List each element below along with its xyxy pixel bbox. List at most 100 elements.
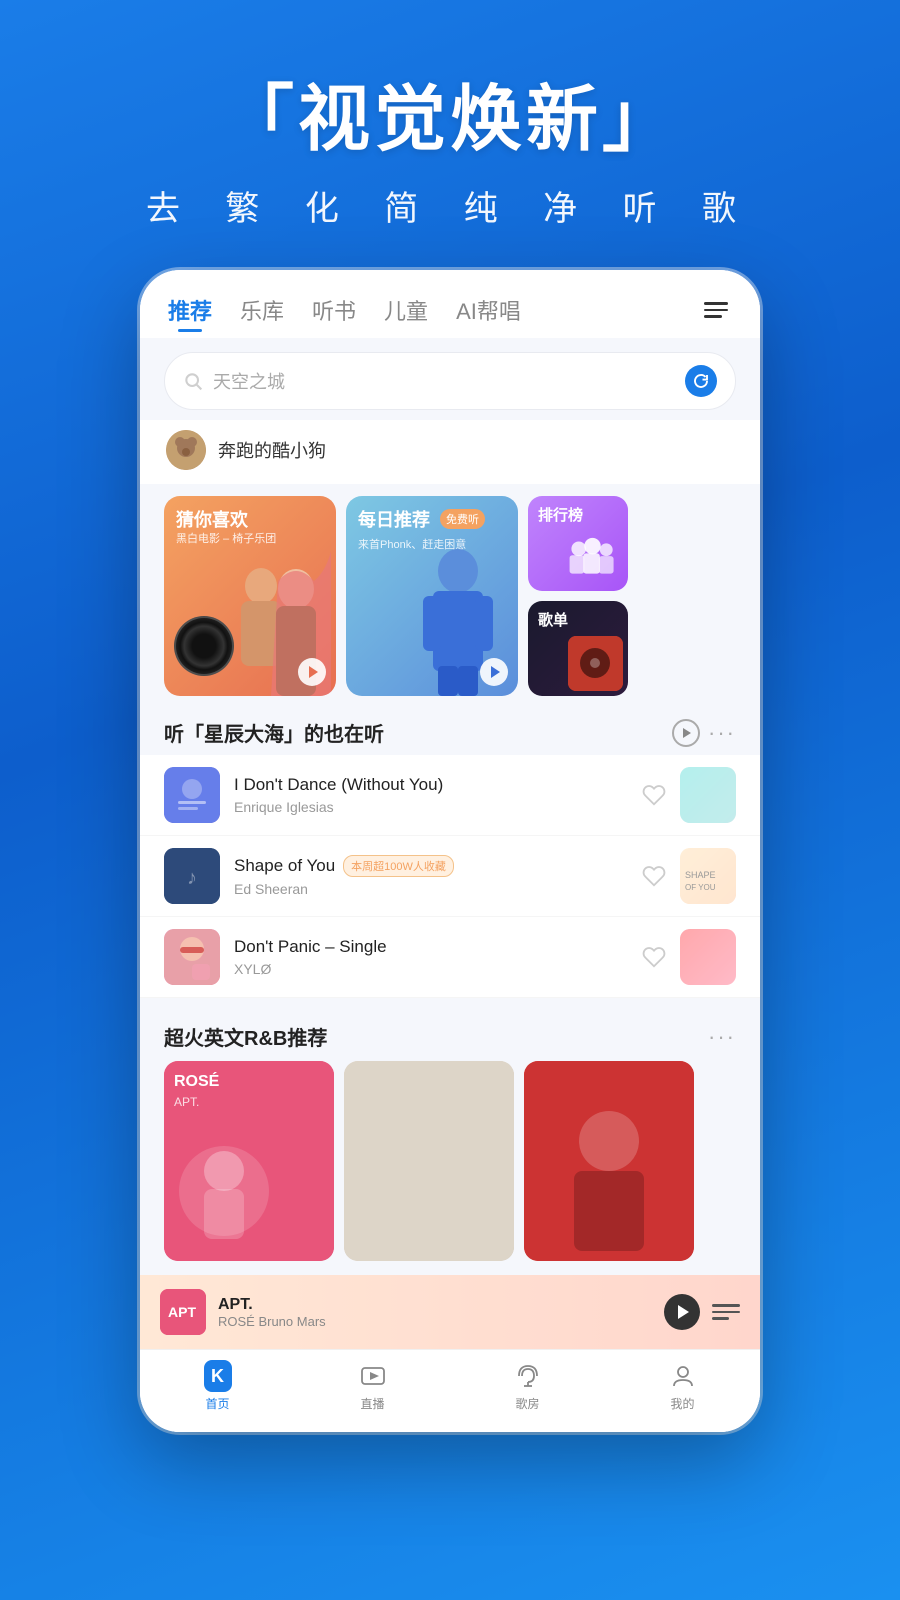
nav-item-ai[interactable]: AI帮唱	[456, 294, 521, 326]
hero-title: 「视觉焕新」	[0, 60, 900, 165]
song-artist-3: XYLØ	[234, 961, 628, 977]
song-item-2[interactable]: ♪ Shape of You 本周超100W人收藏 Ed Sheeran	[140, 836, 760, 917]
section2-header: 超火英文R&B推荐 ···	[140, 1008, 760, 1061]
card-guess-sublabel: 黑白电影 – 椅子乐团	[176, 530, 276, 546]
mini-card-grid: ROSÉ APT.	[140, 1061, 760, 1275]
song-info-3: Don't Panic – Single XYLØ	[234, 937, 628, 977]
live-label: 直播	[360, 1395, 384, 1412]
section1-title: 听「星辰大海」的也在听	[164, 718, 664, 747]
karaoke-label: 歌房	[515, 1395, 539, 1412]
svg-text:♪: ♪	[187, 867, 197, 889]
mini-card-3[interactable]	[524, 1061, 694, 1261]
song-extra-cover-2: SHAPE OF YOU	[680, 848, 736, 904]
bottom-nav-karaoke[interactable]: 歌房	[450, 1362, 605, 1412]
bottom-nav: K 首页 直播	[140, 1349, 760, 1432]
bottom-nav-profile[interactable]: 我的	[605, 1362, 760, 1412]
card-small-stack: 排行榜 歌单	[528, 496, 628, 696]
card-daily-label: 每日推荐	[358, 506, 430, 532]
song-artist-2: Ed Sheeran	[234, 881, 628, 897]
song-cover-2: ♪	[164, 848, 220, 904]
svg-text:SHAPE: SHAPE	[685, 870, 716, 880]
free-badge: 免费听	[440, 509, 485, 529]
menu-line-2	[704, 309, 728, 312]
svg-text:ROSÉ: ROSÉ	[174, 1071, 220, 1090]
song-item-1[interactable]: I Don't Dance (Without You) Enrique Igle…	[140, 755, 760, 836]
play-triangle-1	[309, 666, 318, 678]
section1-header: 听「星辰大海」的也在听 ···	[140, 708, 760, 755]
np-info: APT. ROSÉ Bruno Mars	[218, 1296, 652, 1329]
svg-text:APT.: APT.	[174, 1095, 199, 1109]
search-input[interactable]: 天空之城	[213, 368, 675, 394]
menu-icon[interactable]	[700, 298, 732, 322]
section2-more-button[interactable]: ···	[708, 1024, 736, 1050]
card-guess[interactable]: 猜你喜欢 黑白电影 – 椅子乐团	[164, 496, 336, 696]
card-playlist-label: 歌单	[538, 609, 568, 630]
nav-item-recommend[interactable]: 推荐	[168, 294, 212, 326]
avatar-image	[166, 430, 206, 470]
search-bar[interactable]: 天空之城	[164, 352, 736, 410]
svg-text:APT: APT	[168, 1304, 196, 1320]
np-cover: APT	[160, 1289, 206, 1335]
heart-icon-1[interactable]	[642, 783, 666, 807]
np-play-button[interactable]	[664, 1294, 700, 1330]
card-daily[interactable]: 每日推荐 免费听 来首Phonk、赶走困意	[346, 496, 518, 696]
home-k-icon: K	[204, 1360, 232, 1392]
play-button-1[interactable]	[298, 658, 326, 686]
refresh-icon[interactable]	[685, 365, 717, 397]
user-row: 奔跑的酷小狗	[140, 420, 760, 484]
bottom-nav-live[interactable]: 直播	[295, 1362, 450, 1412]
queue-line-2	[712, 1311, 740, 1314]
nav-item-library[interactable]: 乐库	[240, 294, 284, 326]
mini-card-2[interactable]	[344, 1061, 514, 1261]
np-queue-button[interactable]	[712, 1298, 740, 1326]
song-artist-1: Enrique Iglesias	[234, 799, 628, 815]
song-info-1: I Don't Dance (Without You) Enrique Igle…	[234, 775, 628, 815]
profile-label: 我的	[670, 1395, 694, 1412]
card-playlist[interactable]: 歌单	[528, 601, 628, 696]
heart-icon-3[interactable]	[642, 945, 666, 969]
queue-line-3	[712, 1317, 729, 1320]
song-list: I Don't Dance (Without You) Enrique Igle…	[140, 755, 760, 998]
card-guess-label: 猜你喜欢	[176, 506, 248, 532]
song-extra-cover-1	[680, 767, 736, 823]
playlist-art	[568, 636, 623, 691]
menu-line-1	[704, 302, 728, 305]
mini-card-1[interactable]: ROSÉ APT.	[164, 1061, 334, 1261]
heart-icon-2[interactable]	[642, 864, 666, 888]
home-icon: K	[204, 1362, 232, 1390]
top-nav: 推荐 乐库 听书 儿童 AI帮唱	[140, 270, 760, 338]
np-artist: ROSÉ Bruno Mars	[218, 1314, 652, 1329]
svg-text:OF YOU: OF YOU	[685, 883, 716, 892]
nav-item-audiobook[interactable]: 听书	[312, 294, 356, 326]
section-play-triangle	[683, 728, 691, 738]
now-playing-bar: APT APT. ROSÉ Bruno Mars	[140, 1275, 760, 1349]
nav-item-children[interactable]: 儿童	[384, 294, 428, 326]
card-chart[interactable]: 排行榜	[528, 496, 628, 591]
search-icon	[183, 371, 203, 391]
karaoke-icon	[514, 1362, 542, 1390]
hot-badge-2: 本周超100W人收藏	[343, 855, 454, 877]
chart-art	[565, 538, 620, 583]
phone-frame: 推荐 乐库 听书 儿童 AI帮唱 天空之城	[140, 270, 760, 1432]
live-icon	[359, 1362, 387, 1390]
section2-title: 超火英文R&B推荐	[164, 1022, 700, 1051]
app-content: 推荐 乐库 听书 儿童 AI帮唱 天空之城	[140, 270, 760, 1432]
np-title: APT.	[218, 1296, 652, 1314]
play-triangle-2	[491, 666, 500, 678]
play-button-2[interactable]	[480, 658, 508, 686]
song-extra-cover-3	[680, 929, 736, 985]
song-title-3: Don't Panic – Single	[234, 937, 628, 957]
section-play-button[interactable]	[672, 719, 700, 747]
section-more-button[interactable]: ···	[708, 720, 736, 746]
bottom-nav-home[interactable]: K 首页	[140, 1362, 295, 1412]
card-chart-label: 排行榜	[538, 504, 583, 525]
username: 奔跑的酷小狗	[218, 437, 326, 463]
queue-line-1	[712, 1304, 740, 1307]
menu-line-3	[704, 315, 722, 318]
song-item-3[interactable]: Don't Panic – Single XYLØ	[140, 917, 760, 998]
song-title-2: Shape of You 本周超100W人收藏	[234, 855, 628, 877]
card-grid: 猜你喜欢 黑白电影 – 椅子乐团	[140, 484, 760, 708]
song-title-1: I Don't Dance (Without You)	[234, 775, 628, 795]
song-cover-3	[164, 929, 220, 985]
avatar[interactable]	[166, 430, 206, 470]
